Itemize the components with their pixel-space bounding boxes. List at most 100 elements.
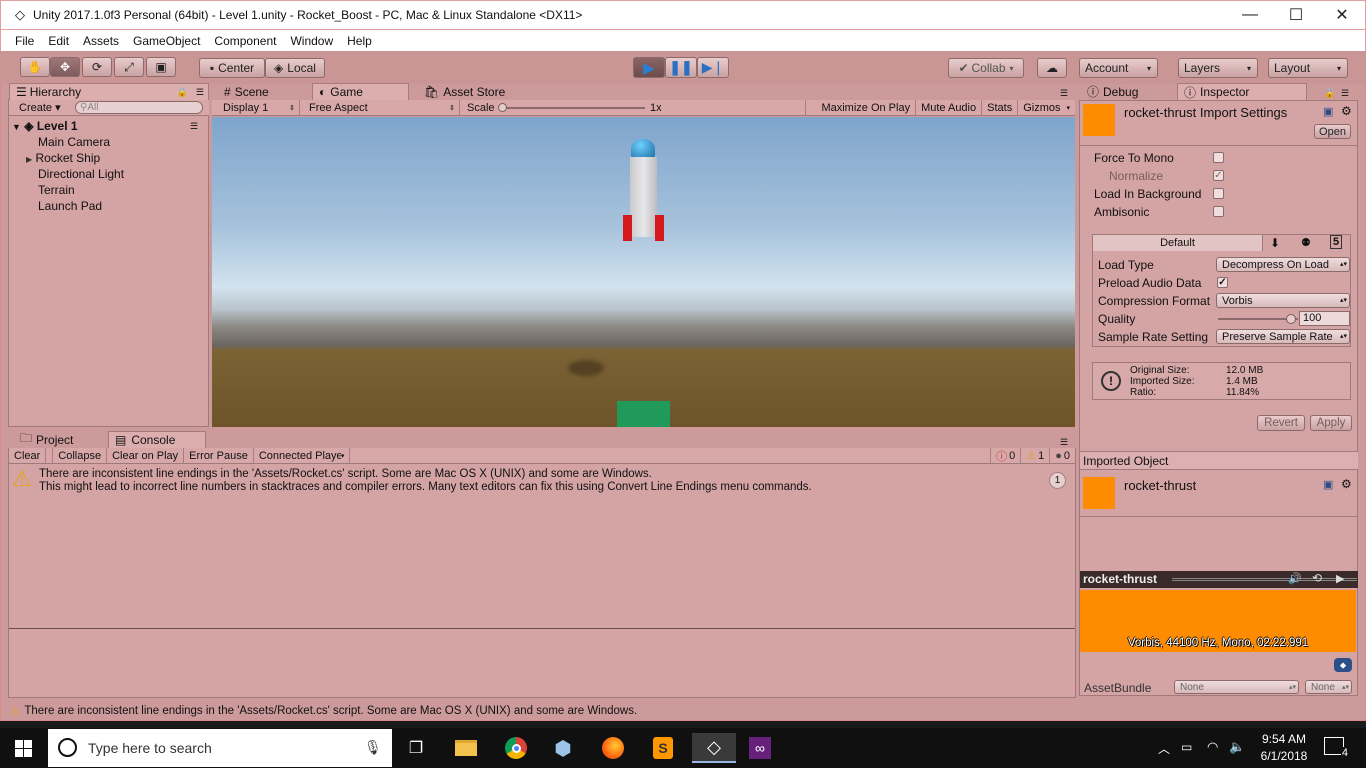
revert-button[interactable]: Revert (1257, 415, 1305, 431)
gizmos-dropdown[interactable]: Gizmos ▾ (1018, 100, 1075, 116)
html5-icon[interactable]: 5 (1330, 235, 1343, 249)
expand-arrow-icon[interactable]: ▼ (12, 122, 21, 132)
collapse-toggle[interactable]: Collapse (52, 447, 108, 464)
layout-dropdown[interactable]: Layout ▾ (1268, 58, 1348, 78)
collapsed-arrow-icon[interactable]: ▶ (26, 155, 32, 164)
cloud-button[interactable]: ☁ (1037, 58, 1067, 78)
menu-file[interactable]: File (1, 34, 41, 48)
rect-tool-button[interactable]: ▣ (146, 57, 176, 77)
speaker-icon[interactable]: 🔊 (1288, 572, 1302, 585)
tray-chevron-icon[interactable]: ︿ (1158, 740, 1170, 757)
clear-on-play-toggle[interactable]: Clear on Play (107, 447, 185, 464)
menu-assets[interactable]: Assets (76, 34, 126, 48)
ambisonic-checkbox[interactable] (1213, 206, 1224, 217)
panel-menu-icon[interactable]: ☰ (196, 87, 204, 98)
tag-icon[interactable]: ⬥ (1334, 658, 1352, 672)
normalize-checkbox[interactable]: ✓ (1213, 170, 1224, 181)
error-pause-toggle[interactable]: Error Pause (184, 447, 254, 464)
tab-debug[interactable]: ⓘ Debug (1081, 83, 1175, 100)
force-mono-checkbox[interactable] (1213, 152, 1224, 163)
menu-component[interactable]: Component (207, 34, 283, 48)
connected-player-dropdown[interactable]: Connected Player ▾ (254, 447, 351, 464)
load-type-dropdown[interactable]: Decompress On Load (1216, 257, 1350, 272)
play-icon[interactable]: ▶ (1336, 572, 1344, 585)
pause-button[interactable]: ❚❚ (665, 57, 697, 78)
volume-icon[interactable]: 🔈 (1229, 739, 1245, 755)
error-filter-toggle[interactable]: ⓘ 0 (990, 447, 1022, 464)
hand-tool-button[interactable]: ✋ (20, 57, 50, 77)
pivot-local-button[interactable]: ◈ Local (265, 58, 325, 78)
book-icon[interactable]: ▣ (1323, 478, 1333, 491)
preview-drag-handle[interactable] (1172, 578, 1357, 581)
sample-rate-dropdown[interactable]: Preserve Sample Rate (1216, 329, 1350, 344)
waveform-preview[interactable]: Vorbis, 44100 Hz, Mono, 02:22.991 (1080, 590, 1356, 652)
chrome-icon[interactable] (501, 733, 531, 763)
wifi-icon[interactable]: ◠ (1207, 739, 1218, 755)
menu-edit[interactable]: Edit (41, 34, 76, 48)
hierarchy-item-directional-light[interactable]: Directional Light (38, 167, 124, 181)
mute-audio-toggle[interactable]: Mute Audio (916, 99, 983, 116)
book-icon[interactable]: ▣ (1323, 105, 1333, 118)
gear-icon[interactable]: ⚙ (1341, 104, 1352, 118)
load-background-checkbox[interactable] (1213, 188, 1224, 199)
tab-game[interactable]: ◐ Game (312, 83, 409, 100)
panel-menu-icon[interactable]: ☰ (1060, 88, 1068, 99)
scale-tool-button[interactable]: ⤢ (114, 57, 144, 77)
tab-project[interactable]: 🗀 Project (14, 431, 106, 448)
clock[interactable]: 9:54 AM 6/1/2018 (1255, 731, 1313, 765)
minimize-button[interactable]: — (1227, 0, 1273, 30)
task-view-icon[interactable]: ❐ (401, 733, 431, 763)
maximize-button[interactable]: ☐ (1273, 0, 1319, 30)
rotate-tool-button[interactable]: ⟳ (82, 57, 112, 77)
scale-slider-thumb[interactable] (498, 102, 507, 112)
console-divider[interactable] (9, 628, 1075, 629)
sublime-text-icon[interactable]: S (648, 733, 678, 763)
assetbundle-variant-dropdown[interactable]: None (1305, 680, 1352, 694)
menu-help[interactable]: Help (340, 34, 379, 48)
assetbundle-dropdown[interactable]: None (1174, 680, 1299, 694)
unity-taskbar-icon[interactable]: ◇ (692, 733, 736, 763)
layers-dropdown[interactable]: Layers ▾ (1178, 58, 1258, 78)
scene-menu-icon[interactable]: ☰ (190, 121, 198, 132)
firefox-icon[interactable] (598, 733, 628, 763)
collab-button[interactable]: ✔ Collab ▾ (948, 58, 1024, 78)
open-button[interactable]: Open (1314, 124, 1351, 139)
windows-start-button[interactable] (8, 733, 38, 763)
log-filter-toggle[interactable]: ● 0 (1050, 448, 1075, 464)
hierarchy-item-terrain[interactable]: Terrain (38, 183, 75, 197)
display-dropdown[interactable]: Display 1 ⇕ (212, 99, 300, 116)
file-explorer-icon[interactable] (451, 733, 481, 763)
scale-slider-track[interactable] (500, 106, 645, 109)
slider-thumb[interactable] (1285, 314, 1296, 324)
preload-checkbox[interactable]: ✓ (1217, 277, 1228, 288)
panel-menu-icon[interactable]: ☰ (1341, 88, 1349, 99)
stats-toggle[interactable]: Stats (982, 99, 1019, 116)
gear-icon[interactable]: ⚙ (1341, 477, 1352, 491)
tab-console[interactable]: ▤ Console (108, 431, 206, 448)
clear-button[interactable]: Clear (9, 447, 47, 464)
platform-tab-default[interactable]: Default (1093, 235, 1263, 251)
create-dropdown[interactable]: Create ▾ (9, 101, 61, 114)
menu-gameobject[interactable]: GameObject (126, 34, 207, 48)
status-message[interactable]: There are inconsistent line endings in t… (24, 705, 637, 717)
menu-window[interactable]: Window (283, 34, 340, 48)
tab-asset-store[interactable]: 🛍 Asset Store (418, 83, 518, 100)
action-center-icon[interactable]: 4 (1324, 737, 1349, 759)
maximize-on-play-toggle[interactable]: Maximize On Play (816, 99, 917, 116)
compression-dropdown[interactable]: Vorbis (1216, 293, 1350, 308)
loop-icon[interactable]: ⟲ (1312, 571, 1322, 585)
battery-icon[interactable]: ▭ (1181, 740, 1192, 754)
console-log-entry[interactable]: ⚠ There are inconsistent line endings in… (9, 465, 1075, 497)
virtualbox-icon[interactable]: ⬢ (548, 733, 578, 763)
android-icon[interactable]: ⚉ (1301, 236, 1311, 249)
hierarchy-item-rocket-ship[interactable]: ▶ Rocket Ship (26, 151, 100, 165)
quality-input[interactable]: 100 (1299, 311, 1350, 326)
step-button[interactable]: ▶❘ (697, 57, 729, 78)
lock-icon[interactable]: 🔒 (177, 87, 188, 98)
download-icon[interactable]: ⬇ (1270, 236, 1280, 250)
taskbar-search[interactable]: Type here to search 🎙 (48, 729, 392, 767)
tab-inspector[interactable]: ⓘ Inspector (1177, 83, 1307, 100)
lock-icon[interactable]: 🔒 (1324, 88, 1335, 99)
account-dropdown[interactable]: Account ▾ (1079, 58, 1158, 78)
play-button[interactable]: ▶ (633, 57, 665, 78)
